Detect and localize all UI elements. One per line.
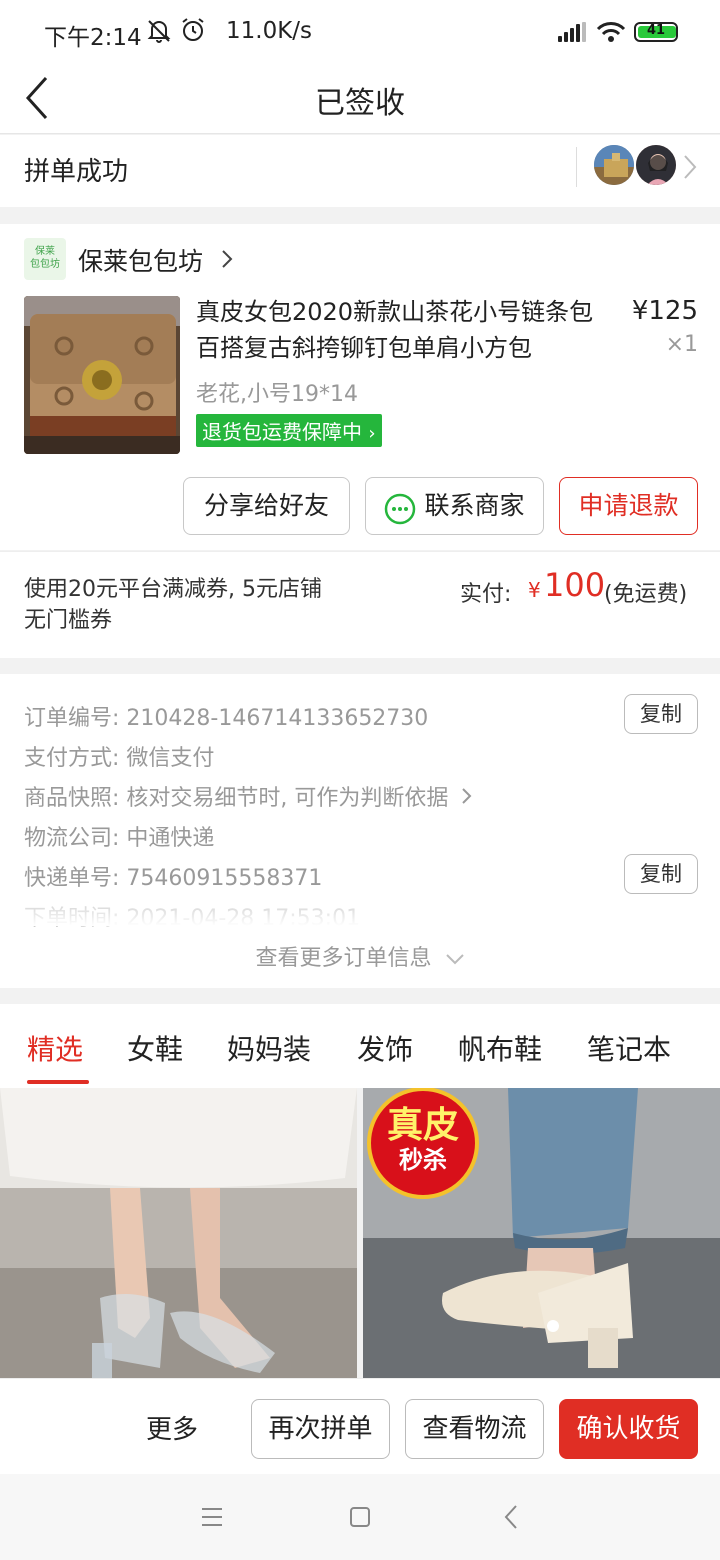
payment-summary: 使用20元平台满减券, 5元店铺无门槛券 实付: ¥ 100 (免运费) xyxy=(0,551,720,658)
tracking-label: 快递单号: xyxy=(24,866,120,891)
group-success-row[interactable]: 拼单成功 xyxy=(0,135,720,207)
mute-bell-icon xyxy=(147,18,171,50)
logistics-company: 中通快递 xyxy=(126,826,215,851)
product-title[interactable]: 真皮女包2020新款山茶花小号链条包百搭复古斜挎铆钉包单肩小方包 xyxy=(196,294,616,366)
product-image[interactable] xyxy=(24,296,180,454)
promo-line-2: 秒杀 xyxy=(399,1146,447,1174)
chevron-right-icon xyxy=(220,248,234,274)
product-quantity: ×1 xyxy=(665,332,698,357)
contact-seller-label: 联系商家 xyxy=(424,491,525,520)
copy-order-number-button[interactable]: 复制 xyxy=(624,694,698,734)
feed-product-image[interactable] xyxy=(0,1088,357,1378)
alarm-icon xyxy=(180,16,206,50)
nav-back-icon[interactable] xyxy=(503,1504,519,1534)
product-spec: 老花,小号19*14 xyxy=(196,382,358,407)
battery-icon: 41 xyxy=(634,22,678,42)
chevron-right-icon xyxy=(461,786,473,811)
more-order-info-label: 查看更多订单信息 xyxy=(255,946,432,971)
view-logistics-button[interactable]: 查看物流 xyxy=(405,1399,544,1459)
chat-icon xyxy=(384,489,416,525)
avatar xyxy=(592,143,636,187)
snapshot-row[interactable]: 商品快照: 核对交易细节时, 可作为判断依据 xyxy=(24,780,473,812)
refund-button[interactable]: 申请退款 xyxy=(559,477,698,535)
battery-level: 41 xyxy=(646,23,666,38)
group-status-label: 拼单成功 xyxy=(24,157,129,187)
network-speed: 11.0K/s xyxy=(226,18,313,44)
copy-tracking-number-button[interactable]: 复制 xyxy=(624,854,698,894)
return-shipping-badge[interactable]: 退货包运费保障中 › xyxy=(196,414,382,447)
tab-canvas-shoes[interactable]: 帆布鞋 xyxy=(458,1028,542,1068)
tab-featured[interactable]: 精选 xyxy=(27,1028,83,1068)
tab-hair-accessories[interactable]: 发饰 xyxy=(357,1028,413,1068)
tracking-number-row: 快递单号: 75460915558371 xyxy=(24,860,322,892)
regroup-button[interactable]: 再次拼单 xyxy=(251,1399,390,1459)
shop-name[interactable]: 保莱包包坊 xyxy=(78,242,203,278)
system-nav-bar xyxy=(0,1474,720,1560)
bottom-action-bar: 更多 再次拼单 查看物流 确认收货 xyxy=(0,1378,720,1474)
snapshot-label: 商品快照: xyxy=(24,786,120,811)
confirm-receipt-button[interactable]: 确认收货 xyxy=(559,1399,698,1459)
coupon-text: 使用20元平台满减券, 5元店铺无门槛券 xyxy=(24,577,322,633)
shipping-note: (免运费) xyxy=(604,582,688,607)
contact-seller-button[interactable]: 联系商家 xyxy=(365,477,544,535)
signal-icon xyxy=(558,22,586,42)
logistics-company-row: 物流公司: 中通快递 xyxy=(24,820,214,852)
shop-logo: 保莱 包包坊 xyxy=(24,238,66,280)
menu-icon[interactable] xyxy=(200,1506,224,1532)
snapshot-text: 核对交易细节时, 可作为判断依据 xyxy=(126,786,449,811)
badge-label: 退货包运费保障中 xyxy=(202,420,362,444)
order-info: 订单编号: 210428-146714133652730 复制 支付方式: 微信… xyxy=(0,674,720,988)
wifi-icon xyxy=(596,20,626,48)
chevron-down-icon xyxy=(445,946,465,971)
tab-active-indicator xyxy=(27,1080,89,1084)
currency-symbol: ¥ xyxy=(528,578,541,602)
more-button[interactable]: 更多 xyxy=(146,1409,198,1446)
divider xyxy=(576,147,577,187)
feed-product-image[interactable]: 真皮 秒杀 xyxy=(363,1088,720,1378)
order-number-label: 订单编号: xyxy=(24,706,120,731)
pay-method: 微信支付 xyxy=(126,746,215,771)
status-bar: 下午2:14 11.0K/s 41 xyxy=(0,0,720,64)
more-order-info-toggle[interactable]: 查看更多订单信息 xyxy=(0,940,720,972)
status-time: 下午2:14 xyxy=(44,25,142,51)
share-button[interactable]: 分享给好友 xyxy=(183,477,350,535)
paid-amount: 100 xyxy=(544,566,606,604)
chevron-right-icon xyxy=(682,153,698,185)
order-number: 210428-146714133652730 xyxy=(126,706,429,731)
promo-badge: 真皮 秒杀 xyxy=(377,1105,469,1175)
paid-label: 实付: xyxy=(460,582,512,607)
order-number-row: 订单编号: 210428-146714133652730 xyxy=(24,700,428,732)
product-price: ¥125 xyxy=(631,296,698,326)
logistics-label: 物流公司: xyxy=(24,826,120,851)
avatar xyxy=(634,143,678,187)
home-icon[interactable] xyxy=(349,1506,371,1532)
page-title: 已签收 xyxy=(315,86,405,121)
order-product-card: 保莱 包包坊 保莱包包坊 真皮女包2020新款山茶花小号链条包百搭复古斜挎铆钉包单… xyxy=(0,224,720,550)
fade-overlay xyxy=(0,896,720,926)
page-header: 已签收 xyxy=(0,64,720,134)
pay-method-label: 支付方式: xyxy=(24,746,120,771)
tab-notebooks[interactable]: 笔记本 xyxy=(587,1028,671,1068)
category-tabs: 精选 女鞋 妈妈装 发饰 帆布鞋 笔记本 xyxy=(0,1004,720,1088)
tab-moms-clothing[interactable]: 妈妈装 xyxy=(227,1028,311,1068)
tracking-number: 75460915558371 xyxy=(126,866,323,891)
pay-method-row: 支付方式: 微信支付 xyxy=(24,740,214,772)
tab-womens-shoes[interactable]: 女鞋 xyxy=(127,1028,183,1068)
promo-line-1: 真皮 xyxy=(386,1105,459,1146)
